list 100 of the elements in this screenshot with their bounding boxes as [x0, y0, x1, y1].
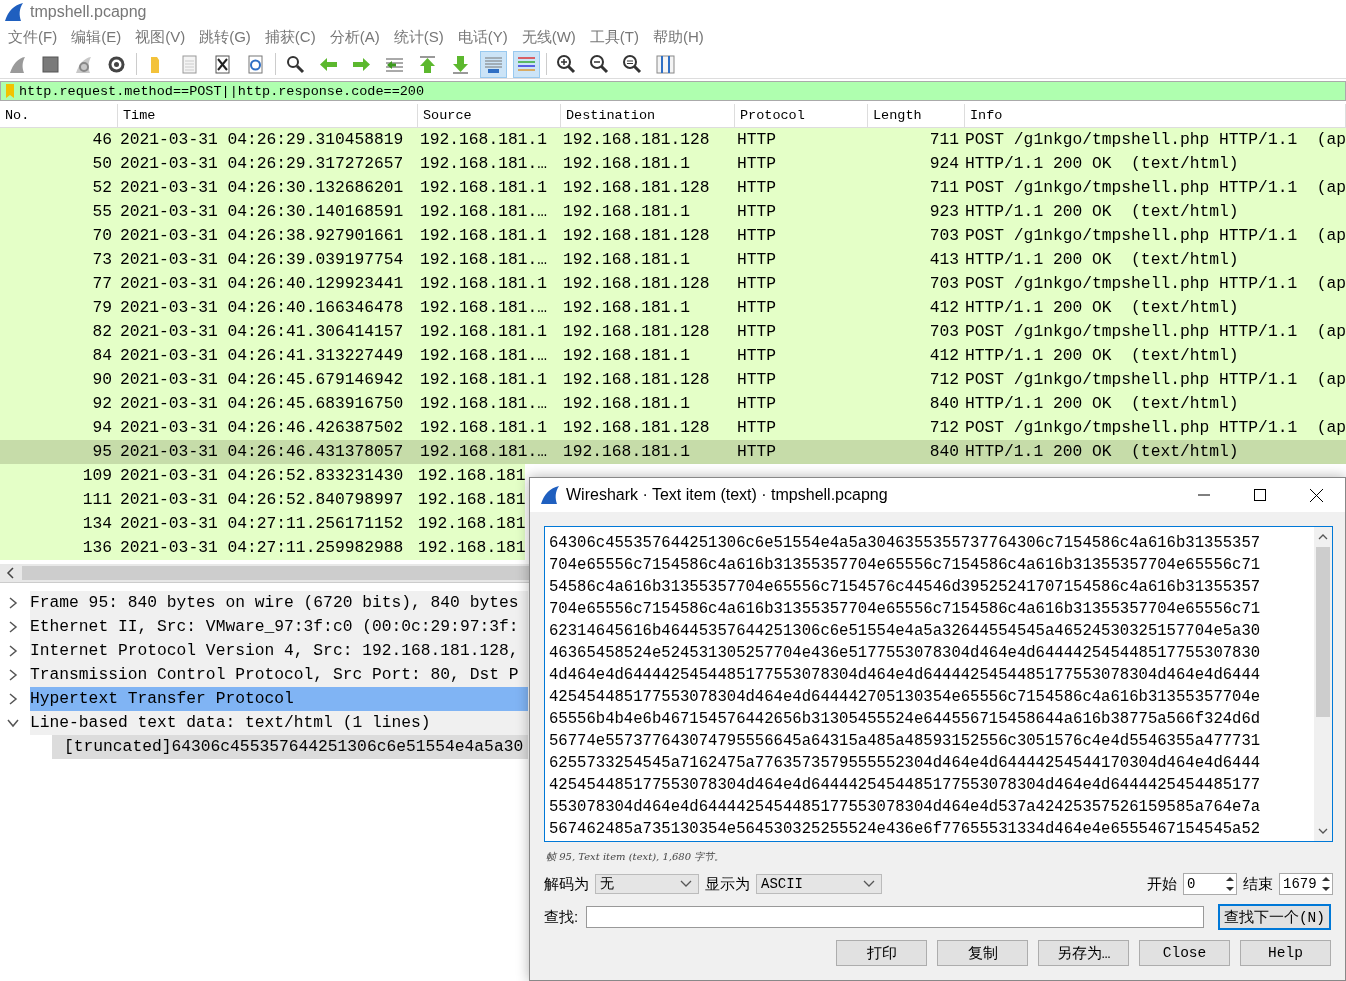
- table-cell-text: HTTP: [736, 129, 778, 151]
- field-label: 查找:: [544, 907, 579, 927]
- packet-row[interactable]: 95 2021-03-31 04:26:46.431378057 192.168.181.… 192.168.181.1 HTTP 840 HTTP/1.1 200 OK (text/html): [0, 440, 1346, 464]
- table-cell-text: 192.168.181.1: [562, 345, 691, 367]
- find-next-button[interactable]: 查找下一个(N): [1217, 904, 1331, 930]
- table-cell-text: 192.168.181.1: [419, 273, 548, 295]
- table-cell-text: HTTP: [736, 441, 778, 463]
- tree-item[interactable]: Internet Protocol Version 4, Src: 192.168.181.128,: [30, 639, 528, 663]
- table-cell-text: HTTP/1.1 200 OK (text/html): [965, 441, 1240, 463]
- text-line: 425454485177553078304d464e4d644442705130354e65556c7154586c4a616b31355357704e: [549, 687, 1262, 708]
- decode-dropdown[interactable]: 无: [595, 874, 699, 894]
- packet-row[interactable]: 109 2021-03-31 04:26:52.833231430 192.168.181: [0, 464, 526, 488]
- table-cell-text: HTTP: [736, 393, 778, 415]
- dialog-title: Wireshark · Text item (text) · tmpshell.pcapng: [566, 486, 889, 504]
- packet-row[interactable]: 84 2021-03-31 04:26:41.313227449 192.168.181.… 192.168.181.1 HTTP 412 HTTP/1.1 200 OK (text/html): [0, 344, 1346, 368]
- menu-item[interactable]: 视图(V): [129, 27, 194, 47]
- dialog-button[interactable]: Close: [1139, 940, 1230, 966]
- filter-field[interactable]: http.request.method==POST||http.response.code==200: [0, 81, 1346, 101]
- table-cell-text: 924: [928, 153, 960, 175]
- table-cell-text: HTTP: [736, 177, 778, 199]
- table-cell-text: HTTP/1.1 200 OK (text/html): [965, 201, 1240, 223]
- menu-item[interactable]: 电话(Y): [451, 27, 516, 47]
- table-cell-text: 192.168.181.1: [419, 225, 548, 247]
- packet-row[interactable]: 94 2021-03-31 04:26:46.426387502 192.168.181.1 192.168.181.128 HTTP 712 POST /g1nkgo/tmpshell.php HTTP/1.1 (ap: [0, 416, 1346, 440]
- menu-item[interactable]: 无线(W): [515, 27, 584, 47]
- table-cell-text: 2021-03-31 04:26:38.927901661: [119, 225, 405, 247]
- table-cell-text: 192.168.181.128: [562, 417, 711, 439]
- table-cell-text: 192.168.181.1: [562, 249, 691, 271]
- packet-row[interactable]: 46 2021-03-31 04:26:29.310458819 192.168.181.1 192.168.181.128 HTTP 711 POST /g1nkgo/tmpshell.php HTTP/1.1 (ap: [0, 128, 1346, 152]
- column-header[interactable]: Time: [118, 104, 418, 127]
- table-cell-text: HTTP: [736, 321, 778, 343]
- table-cell-text: 2021-03-31 04:26:29.310458819: [119, 129, 405, 151]
- table-cell-text: 192.168.181.…: [419, 153, 548, 175]
- table-cell-text: 2021-03-31 04:26:41.306414157: [119, 321, 405, 343]
- table-cell-text: 77: [91, 273, 113, 295]
- table-cell-text: 192.168.181: [418, 489, 526, 511]
- dialog-button[interactable]: Help: [1240, 940, 1331, 966]
- table-cell-text: 192.168.181.…: [419, 441, 548, 463]
- window-title: tmpshell.pcapng: [30, 3, 147, 21]
- packet-row[interactable]: 70 2021-03-31 04:26:38.927901661 192.168.181.1 192.168.181.128 HTTP 703 POST /g1nkgo/tmpshell.php HTTP/1.1 (ap: [0, 224, 1346, 248]
- menu-item[interactable]: 文件(F): [2, 27, 66, 47]
- table-cell-text: 192.168.181: [418, 465, 526, 487]
- table-cell-text: HTTP: [736, 153, 778, 175]
- tree-item[interactable]: Frame 95: 840 bytes on wire (6720 bits), 840 bytes: [30, 591, 528, 615]
- packet-row[interactable]: 82 2021-03-31 04:26:41.306414157 192.168.181.1 192.168.181.128 HTTP 703 POST /g1nkgo/tmpshell.php HTTP/1.1 (ap: [0, 320, 1346, 344]
- table-cell-text: HTTP: [736, 345, 778, 367]
- table-cell-text: 2021-03-31 04:27:11.259982988: [119, 537, 405, 559]
- tree-item[interactable]: Transmission Control Protocol, Src Port: 80, Dst P: [30, 663, 528, 687]
- menu-item[interactable]: 编辑(E): [65, 27, 130, 47]
- column-header[interactable]: Destination: [561, 104, 735, 127]
- table-cell-text: 192.168.181.128: [562, 225, 711, 247]
- text-line: 54586c4a616b31355357704e65556c7154576c44546d39525241707154586c4a616b31355357: [549, 577, 1262, 598]
- table-cell-text: 192.168.181.…: [419, 201, 548, 223]
- menu-item[interactable]: 分析(A): [323, 27, 388, 47]
- dialog-button[interactable]: 复制: [937, 940, 1028, 966]
- column-header[interactable]: Protocol: [735, 104, 868, 127]
- packet-row[interactable]: 111 2021-03-31 04:26:52.840798997 192.168.181: [0, 488, 526, 512]
- table-cell-text: 192.168.181.1: [419, 177, 548, 199]
- table-cell-text: 136: [81, 537, 113, 559]
- packet-row[interactable]: 50 2021-03-31 04:26:29.317272657 192.168.181.… 192.168.181.1 HTTP 924 HTTP/1.1 200 OK (text/html): [0, 152, 1346, 176]
- table-cell-text: 92: [91, 393, 113, 415]
- table-cell-text: 55: [91, 201, 113, 223]
- menu-item[interactable]: 统计(S): [387, 27, 452, 47]
- tree-item[interactable]: [truncated]64306c455357644251306c6e51554e4a5a30: [52, 735, 528, 759]
- packet-row[interactable]: 77 2021-03-31 04:26:40.129923441 192.168.181.1 192.168.181.128 HTTP 703 POST /g1nkgo/tmpshell.php HTTP/1.1 (ap: [0, 272, 1346, 296]
- table-cell-text: POST /g1nkgo/tmpshell.php HTTP/1.1 (ap: [965, 177, 1346, 199]
- menu-item[interactable]: 捕获(C): [258, 27, 324, 47]
- text-line: 567462485a735130354e564530325255524e436e6f77655531334d464e4e6555467154545a52: [549, 819, 1262, 840]
- end-spinbox[interactable]: 1679: [1279, 873, 1333, 895]
- packet-row[interactable]: 79 2021-03-31 04:26:40.166346478 192.168.181.… 192.168.181.1 HTTP 412 HTTP/1.1 200 OK (text/html): [0, 296, 1346, 320]
- menu-item[interactable]: 帮助(H): [646, 27, 712, 47]
- packet-row[interactable]: 55 2021-03-31 04:26:30.140168591 192.168.181.… 192.168.181.1 HTTP 923 HTTP/1.1 200 OK (text/html): [0, 200, 1346, 224]
- table-cell-text: POST /g1nkgo/tmpshell.php HTTP/1.1 (ap: [965, 369, 1346, 391]
- table-cell-text: HTTP: [736, 369, 778, 391]
- tree-item[interactable]: Line-based text data: text/html (1 lines): [30, 711, 528, 735]
- column-header[interactable]: Info: [965, 104, 1346, 127]
- packet-row[interactable]: 73 2021-03-31 04:26:39.039197754 192.168.181.… 192.168.181.1 HTTP 413 HTTP/1.1 200 OK (text/html): [0, 248, 1346, 272]
- packet-row[interactable]: 136 2021-03-31 04:27:11.259982988 192.168.181: [0, 536, 526, 560]
- column-header[interactable]: Length: [868, 104, 965, 127]
- tree-item[interactable]: Hypertext Transfer Protocol: [30, 687, 528, 711]
- table-cell-text: 840: [928, 441, 960, 463]
- packet-row[interactable]: 90 2021-03-31 04:26:45.679146942 192.168.181.1 192.168.181.128 HTTP 712 POST /g1nkgo/tmpshell.php HTTP/1.1 (ap: [0, 368, 1346, 392]
- menu-item[interactable]: 跳转(G): [193, 27, 259, 47]
- packet-row[interactable]: 134 2021-03-31 04:27:11.256171152 192.168.181: [0, 512, 526, 536]
- text-line: 425454485177553078304d464e4d6444425454485177553078304d464e4d6444425454485177: [549, 775, 1262, 796]
- table-cell-text: HTTP/1.1 200 OK (text/html): [965, 345, 1240, 367]
- table-cell-text: HTTP/1.1 200 OK (text/html): [965, 297, 1240, 319]
- dialog-button[interactable]: 打印: [836, 940, 927, 966]
- packet-row[interactable]: 92 2021-03-31 04:26:45.683916750 192.168.181.… 192.168.181.1 HTTP 840 HTTP/1.1 200 OK (text/html): [0, 392, 1346, 416]
- menu-item[interactable]: 工具(T): [583, 27, 647, 47]
- table-cell-text: 94: [91, 417, 113, 439]
- tree-item[interactable]: Ethernet II, Src: VMware_97:3f:c0 (00:0c:29:97:3f:: [30, 615, 528, 639]
- start-spinbox[interactable]: 0: [1183, 873, 1237, 895]
- dialog-button[interactable]: 另存为…: [1038, 940, 1129, 966]
- table-cell-text: 192.168.181.128: [562, 369, 711, 391]
- column-header[interactable]: No.: [0, 104, 118, 127]
- display-dropdown[interactable]: ASCII: [756, 874, 882, 894]
- packet-row[interactable]: 52 2021-03-31 04:26:30.132686201 192.168.181.1 192.168.181.128 HTTP 711 POST /g1nkgo/tmpshell.php HTTP/1.1 (ap: [0, 176, 1346, 200]
- column-header[interactable]: Source: [418, 104, 561, 127]
- table-cell-text: 413: [928, 249, 960, 271]
